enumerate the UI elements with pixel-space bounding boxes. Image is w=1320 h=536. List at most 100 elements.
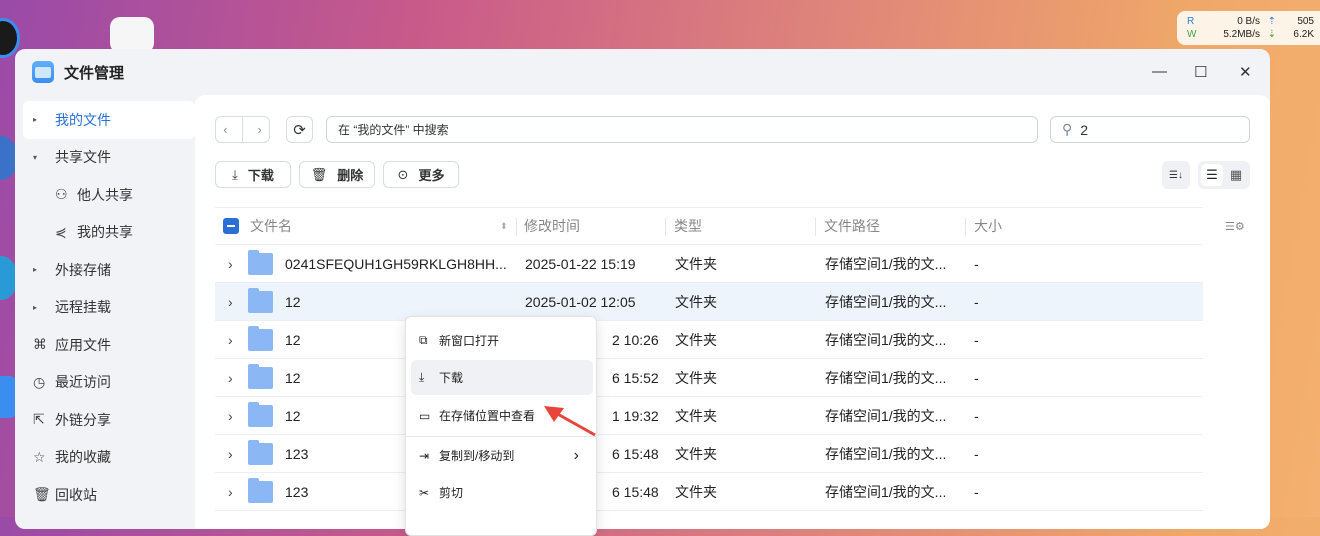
table-row[interactable]: › 12 2 10:26 文件夹 存储空间1/我的文... - [215,321,1203,359]
download-button[interactable]: ⤓ 下载 [215,161,291,188]
table-header: 文件名 ⬍ 修改时间 类型 文件路径 大小 [215,207,1203,245]
window-title: 文件管理 [64,64,125,82]
desktop-app-icon[interactable] [0,376,16,418]
clock-icon: ◷ [33,373,46,390]
file-name: 12 [285,407,301,424]
sidebar-item-label: 共享文件 [55,149,111,166]
sidebar-item[interactable]: ⋞ 我的共享 [23,214,195,252]
context-menu-item[interactable]: ⧉ 新窗口打开 [411,323,593,358]
table-row[interactable]: › 12 2025-01-02 12:05 文件夹 存储空间1/我的文... - [215,283,1203,321]
sidebar-item-label: 远程挂载 [55,299,111,316]
title-bar[interactable]: 文件管理 — ☐ ✕ [15,49,1270,95]
file-size: - [974,331,979,348]
sidebar-item[interactable]: ⌘ 应用文件 [23,326,195,364]
sort-button[interactable]: ☰↓ [1162,161,1190,189]
column-settings-icon[interactable]: ☰⚙ [1225,220,1245,233]
expand-chevron-icon[interactable]: › [228,370,233,386]
select-all-checkbox[interactable] [223,218,239,234]
download-icon: ⤓ [232,166,238,182]
expand-chevron-icon[interactable]: › [228,484,233,500]
close-button[interactable]: ✕ [1239,63,1252,81]
sidebar-item-label: 应用文件 [55,336,111,353]
sidebar-item[interactable]: ▾ 共享文件 [23,139,195,177]
search-input[interactable]: ⚲ 2 [1050,116,1250,143]
refresh-button[interactable]: ⟳ [286,116,313,143]
delete-button[interactable]: 🗑 删除 [299,161,375,188]
header-type[interactable]: 类型 [674,216,702,236]
more-icon: ⊙ [397,166,409,182]
expand-chevron-icon[interactable]: › [228,408,233,424]
submenu-chevron-icon: › [573,446,579,464]
trash-icon: 🗑 [310,166,328,182]
header-path[interactable]: 文件路径 [824,216,880,236]
annotation-arrow [544,406,596,437]
table-row[interactable]: › 123 6 15:48 文件夹 存储空间1/我的文... - [215,473,1203,511]
file-size: - [974,255,979,272]
sidebar-item[interactable]: ▸ 远程挂载 [23,289,195,327]
expand-chevron-icon[interactable]: › [228,446,233,462]
sidebar-item[interactable]: ▸ 外接存储 [23,251,195,289]
file-name: 12 [285,331,301,348]
back-button[interactable]: ‹ [223,122,227,137]
network-monitor: R 0 B/s ⇡ 505 W 5.2MB/s ⇣ 6.2K [1177,11,1320,45]
more-button[interactable]: ⊙ 更多 [383,161,459,188]
path-search-input[interactable]: 在 “我的文件” 中搜索 [326,116,1038,143]
sidebar-item[interactable]: ☆ 我的收藏 [23,439,195,477]
header-name[interactable]: 文件名 [250,216,292,236]
file-name: 123 [285,483,309,500]
folder-icon [248,250,273,275]
triangle-right-icon[interactable]: ▸ [33,115,55,124]
table-row[interactable]: › 12 1 19:32 文件夹 存储空间1/我的文... - [215,397,1203,435]
file-type: 文件夹 [675,483,717,500]
sidebar: ▸ 我的文件 ▾ 共享文件 ⚇ 他人共享 ⋞ 我的共享 ▸ 外接存储 ▸ 远程挂载 ⌘ 应用文件 ◷ 最近访问… [23,101,195,514]
list-view-button[interactable]: ☰ [1201,164,1223,186]
apps-icon: ⌘ [33,336,47,353]
triangle-right-icon[interactable]: ▸ [33,303,55,312]
upload-icon: ⇡ [1267,16,1277,27]
header-modified[interactable]: 修改时间 [524,216,580,236]
folder-icon [248,440,273,465]
file-modified: 6 15:48 [612,483,659,500]
table-row[interactable]: › 12 6 15:52 文件夹 存储空间1/我的文... - [215,359,1203,397]
context-menu-item[interactable]: ⤓ 下载 [411,360,593,395]
triangle-right-icon[interactable]: ▸ [33,265,55,274]
triangle-down-icon[interactable]: ▾ [33,153,55,162]
file-table: 文件名 ⬍ 修改时间 类型 文件路径 大小 › 0241SFEQUH1GH59R… [215,207,1203,511]
table-row[interactable]: › 0241SFEQUH1GH59RKLGH8HH... 2025-01-22 … [215,245,1203,283]
folder-icon [248,402,273,427]
nav-buttons: ‹ › [215,116,270,143]
minimize-button[interactable]: — [1152,63,1167,80]
table-row[interactable]: › 123 6 15:48 文件夹 存储空间1/我的文... - [215,435,1203,473]
context-menu-item[interactable]: ✂ 剪切 [411,475,593,510]
file-path: 存储空间1/我的文... [825,483,947,500]
maximize-button[interactable]: ☐ [1194,63,1207,81]
expand-chevron-icon[interactable]: › [228,294,233,310]
share-icon: ⋞ [55,223,67,240]
folder-icon [248,288,273,313]
file-modified: 1 19:32 [612,407,659,424]
write-speed: 5.2MB/s [1223,29,1260,40]
menu-item-label: 剪切 [439,486,464,500]
expand-chevron-icon[interactable]: › [228,332,233,348]
sidebar-item[interactable]: ◷ 最近访问 [23,364,195,402]
folder-icon [248,478,273,503]
context-menu-item[interactable]: ⇥ 复制到/移动到 › [411,438,593,473]
grid-view-button[interactable]: ▦ [1225,164,1247,186]
expand-chevron-icon[interactable]: › [228,256,233,272]
file-type: 文件夹 [675,255,717,272]
file-path: 存储空间1/我的文... [825,331,947,348]
sort-icon[interactable]: ⬍ [500,221,508,232]
file-name: 12 [285,369,301,386]
star-icon: ☆ [33,448,46,465]
photos-app-icon[interactable] [110,17,154,53]
sidebar-item[interactable]: 🗑 回收站 [23,476,195,514]
forward-button[interactable]: › [257,122,261,137]
file-name: 0241SFEQUH1GH59RKLGH8HH... [285,255,507,272]
sidebar-item[interactable]: ⚇ 他人共享 [23,176,195,214]
file-modified: 2025-01-22 15:19 [525,255,636,272]
sidebar-item[interactable]: ⇱ 外链分享 [23,401,195,439]
read-label: R [1187,16,1195,27]
file-size: - [974,407,979,424]
header-size[interactable]: 大小 [974,216,1002,236]
sidebar-item[interactable]: ▸ 我的文件 [23,101,195,139]
